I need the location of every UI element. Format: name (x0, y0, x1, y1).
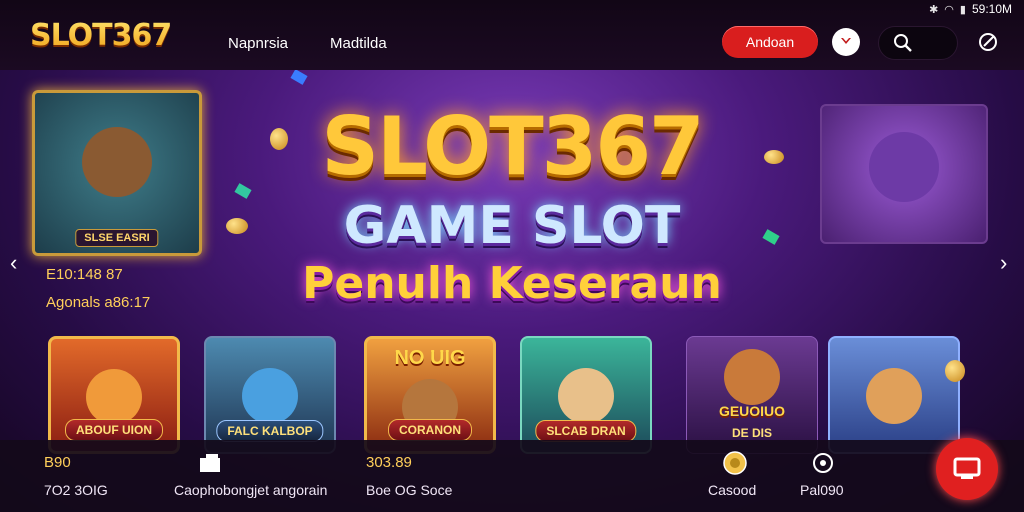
search-button[interactable] (878, 26, 958, 60)
bluetooth-icon: ✱ (929, 3, 939, 16)
notification-icon[interactable] (832, 28, 860, 56)
game-tile-label: FALC KALBOP (216, 420, 324, 442)
carousel-next-arrow[interactable]: › (1000, 250, 1007, 276)
hero-tagline: Penulh Keseraun (302, 258, 722, 309)
coin-decoration (945, 360, 965, 382)
character-illustration (242, 368, 298, 424)
character-illustration (86, 369, 142, 425)
bottom-nav-promo[interactable]: Pal090 (800, 482, 844, 498)
jackpot-value: 303.89 (366, 454, 412, 471)
top-navigation: SLOT367 Napnrsia Madtilda Andoan (0, 0, 1024, 70)
character-illustration (866, 368, 922, 424)
gem-decoration (290, 69, 308, 85)
game-tile-6[interactable] (828, 336, 960, 454)
login-button[interactable]: Andoan (722, 26, 818, 58)
carousel-prev-arrow[interactable]: ‹ (10, 250, 17, 276)
app-screen: ✱ ◠ ▮ 59:10M SLOT367 Napnrsia Madtilda A… (0, 0, 1024, 512)
bottom-bar: B90 7O2 3OIG Caophobongjet angorain 303.… (0, 440, 1024, 512)
game-tile-1[interactable]: ABOUF UION (48, 336, 180, 454)
brand-logo[interactable]: SLOT367 (30, 18, 172, 53)
status-bar: ✱ ◠ ▮ 59:10M (929, 0, 1024, 18)
game-tile-3[interactable]: NO UIG CORANON (364, 336, 496, 454)
game-tile-2[interactable]: FALC KALBOP (204, 336, 336, 454)
signal-icon: ▮ (959, 3, 966, 16)
game-tile-4[interactable]: SLCAB DRAN (520, 336, 652, 454)
status-time: 59:10M (971, 2, 1012, 16)
tile-sign-text: NO UIG (394, 347, 466, 369)
nav-icon-profile[interactable] (198, 452, 226, 477)
bottom-nav-label[interactable]: Caophobongjet angorain (174, 482, 327, 498)
nav-link-1[interactable]: Napnrsia (228, 35, 288, 52)
chat-icon (953, 457, 981, 479)
casino-icon[interactable] (722, 450, 748, 479)
character-illustration (724, 349, 780, 405)
character-illustration (558, 368, 614, 424)
game-tile-label: CORANON (388, 419, 472, 441)
game-tile-label: SLCAB DRAN (535, 420, 637, 442)
settings-icon[interactable] (974, 28, 1002, 56)
game-tile-label: ABOUF UION (65, 419, 163, 441)
search-icon (894, 34, 912, 52)
nav-link-2[interactable]: Madtilda (330, 35, 387, 52)
balance-label: 7O2 3OIG (44, 482, 108, 498)
game-tile-5[interactable]: GEUOIUO DE DIS (686, 336, 818, 454)
promo-icon[interactable] (812, 452, 834, 477)
hero-title: SLOT367 (321, 100, 704, 193)
balance-value: B90 (44, 454, 71, 471)
jackpot-label: Boe OG Soce (366, 482, 453, 498)
bottom-nav-casino[interactable]: Casood (708, 482, 756, 498)
hero-subtitle: GAME SLOT (343, 196, 681, 256)
chat-fab-button[interactable] (936, 438, 998, 500)
wifi-icon: ◠ (944, 3, 954, 16)
tile-sign-text: GEUOIUO (718, 403, 786, 419)
